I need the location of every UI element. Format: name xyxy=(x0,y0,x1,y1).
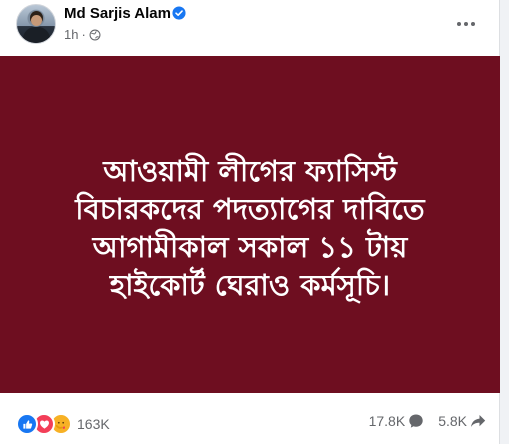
author-avatar[interactable] xyxy=(16,4,56,44)
banner-line: বিচারকদের পদত্যাগের দাবিতে xyxy=(75,191,425,226)
post-meta: 1h · xyxy=(64,27,101,42)
more-options-button[interactable] xyxy=(452,10,480,38)
globe-icon[interactable] xyxy=(89,29,101,41)
post-card: Md Sarjis Alam 1h · আওয়ামী লীগের ফ্যাসি… xyxy=(0,0,500,444)
more-options-icon xyxy=(457,22,475,26)
shares-count: 5.8K xyxy=(438,413,467,429)
share-icon xyxy=(471,415,486,427)
banner-line: আওয়ামী লীগের ফ্যাসিস্ট xyxy=(103,153,397,188)
post-time[interactable]: 1h xyxy=(64,27,78,42)
banner-text: আওয়ামী লীগের ফ্যাসিস্ট বিচারকদের পদত্যা… xyxy=(15,152,485,304)
shares-stat[interactable]: 5.8K xyxy=(438,413,486,429)
like-reaction-icon xyxy=(16,413,38,435)
comments-count: 17.8K xyxy=(368,413,406,429)
reactions-summary[interactable]: 163K xyxy=(16,413,110,435)
engagement-stats: 17.8K 5.8K xyxy=(369,413,486,429)
banner-line: হাইকোর্ট ঘেরাও কর্মসূচি। xyxy=(109,267,391,302)
comment-icon xyxy=(409,414,423,428)
post-banner[interactable]: আওয়ামী লীগের ফ্যাসিস্ট বিচারকদের পদত্যা… xyxy=(0,56,500,393)
comments-stat[interactable]: 17.8K xyxy=(369,413,425,429)
post-footer: 163K 17.8K 5.8K xyxy=(0,393,500,444)
verified-badge-icon xyxy=(172,6,186,20)
banner-line: আগামীকাল সকাল ১১ টায় xyxy=(92,229,408,264)
reaction-count: 163K xyxy=(77,416,110,432)
author-name[interactable]: Md Sarjis Alam xyxy=(64,5,171,22)
meta-separator: · xyxy=(81,27,86,42)
post-header: Md Sarjis Alam 1h · xyxy=(0,0,500,56)
